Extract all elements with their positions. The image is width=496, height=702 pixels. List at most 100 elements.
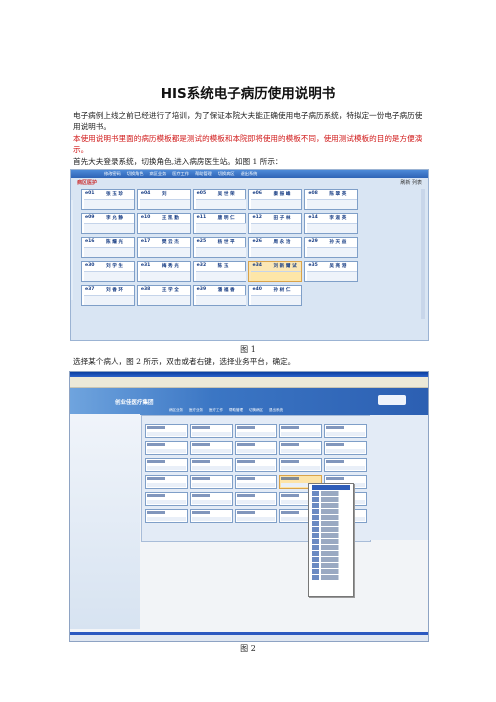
- context-menu-item[interactable]: [312, 551, 350, 556]
- context-menu-item[interactable]: [312, 527, 350, 532]
- bed-label: [281, 494, 300, 497]
- bed-card[interactable]: e01 张 玉 珍: [81, 189, 135, 210]
- bed-label: [236, 477, 255, 480]
- bed-card[interactable]: e34 刘 新 爾 试: [248, 261, 303, 282]
- banner-tab[interactable]: 切换病区: [246, 408, 266, 413]
- refresh-list-link[interactable]: 刷新 列表: [400, 179, 422, 186]
- context-menu-item[interactable]: [312, 503, 350, 508]
- context-menu-item[interactable]: [312, 521, 350, 526]
- menu-item[interactable]: 修改密码: [101, 171, 124, 177]
- left-edge: [71, 200, 73, 300]
- banner-tab[interactable]: 病区业务: [166, 408, 186, 413]
- bed-card[interactable]: [189, 475, 233, 489]
- bed-card[interactable]: e11 唐 明 仁: [192, 213, 247, 234]
- bed-number: e39: [196, 287, 207, 292]
- bed-card[interactable]: e08 陈 翠 英: [304, 189, 359, 210]
- bed-number: e35: [308, 263, 318, 268]
- bed-card[interactable]: [279, 458, 323, 472]
- banner-tab[interactable]: 退出系统: [266, 408, 286, 413]
- bed-card[interactable]: e32 陈 玉: [192, 261, 247, 282]
- bed-card[interactable]: [234, 441, 278, 455]
- bed-card[interactable]: [234, 492, 278, 506]
- bed-card[interactable]: [189, 509, 233, 523]
- ward-header-label: 病区医护: [77, 180, 98, 186]
- menu-item[interactable]: 医疗工作: [169, 171, 192, 177]
- banner-tab[interactable]: 医疗业务: [186, 408, 206, 413]
- bed-card[interactable]: [279, 441, 323, 455]
- patient-name: 李 允 静: [106, 216, 123, 221]
- bed-card[interactable]: e26 周 永 洽: [248, 237, 303, 258]
- bed-label: [147, 426, 165, 429]
- bed-card[interactable]: [145, 441, 188, 455]
- bed-card[interactable]: [145, 424, 188, 438]
- bed-card[interactable]: [279, 424, 323, 438]
- patient-name: 孙 树 仁: [273, 288, 291, 293]
- bed-card[interactable]: [145, 492, 188, 506]
- bed-card[interactable]: [324, 458, 367, 472]
- bed-card[interactable]: [234, 458, 278, 472]
- context-menu-item[interactable]: [312, 557, 350, 562]
- context-menu-item[interactable]: [312, 497, 350, 502]
- right-click-context-menu[interactable]: [308, 483, 354, 597]
- bed-card[interactable]: [234, 509, 278, 523]
- bed-card[interactable]: e38 王 学 全: [136, 285, 191, 306]
- context-menu-item[interactable]: [312, 509, 350, 514]
- bed-card[interactable]: e37 刘 香 环: [81, 285, 135, 306]
- bed-label: [191, 494, 210, 497]
- bed-card[interactable]: e04 刘: [136, 189, 191, 210]
- bed-card[interactable]: e14 李 淑 英: [304, 213, 359, 234]
- bed-card[interactable]: e39 潘 福 香: [192, 285, 247, 306]
- context-menu-item[interactable]: [312, 563, 350, 568]
- bed-card[interactable]: e16 陈 耀 光: [81, 237, 135, 258]
- bed-card[interactable]: e35 吴 亮 港: [304, 261, 359, 282]
- scrollbar[interactable]: [421, 189, 425, 319]
- menu-item[interactable]: 切换病区: [215, 171, 238, 177]
- context-menu-item[interactable]: [312, 515, 350, 520]
- bed-card[interactable]: e40 孙 树 仁: [248, 285, 303, 306]
- menu-item[interactable]: 病区业务: [147, 171, 170, 177]
- bed-card[interactable]: [324, 424, 367, 438]
- context-menu-item[interactable]: [312, 569, 350, 574]
- bed-card[interactable]: e17 樊 云 杰: [136, 237, 191, 258]
- bed-card[interactable]: e05 吴 世 荣: [192, 189, 247, 210]
- bed-card[interactable]: [189, 441, 233, 455]
- context-menu-item[interactable]: [312, 485, 350, 490]
- menu-item[interactable]: 帮助管理: [192, 171, 215, 177]
- bed-card[interactable]: e10 王 凯 勤: [136, 213, 191, 234]
- bed-card[interactable]: [234, 424, 278, 438]
- bed-card[interactable]: [189, 424, 233, 438]
- context-menu-item[interactable]: [312, 491, 350, 496]
- patient-name: 周 永 洽: [273, 240, 291, 245]
- bed-card[interactable]: [234, 475, 278, 489]
- bed-card[interactable]: e25 杨 世 平: [192, 237, 247, 258]
- patient-name: 潘 福 香: [217, 288, 235, 293]
- bed-card[interactable]: [189, 492, 233, 506]
- banner-tab[interactable]: 帮助管理: [226, 408, 246, 413]
- context-menu-item[interactable]: [312, 545, 350, 550]
- step2-paragraph: 选择某个病人，图 2 所示，双击或者右键，选择业务平台，确定。: [73, 357, 296, 366]
- context-menu-item[interactable]: [312, 539, 350, 544]
- bed-number: e34: [252, 263, 262, 268]
- bed-card[interactable]: e29 孙 天 益: [304, 237, 359, 258]
- bed-number: e30: [85, 263, 95, 268]
- bed-card[interactable]: [145, 475, 188, 489]
- bed-label: [281, 426, 300, 429]
- patient-info-line: [147, 466, 186, 470]
- bed-card[interactable]: [324, 441, 367, 455]
- bed-card[interactable]: e12 田 子 林: [248, 213, 303, 234]
- bed-card[interactable]: e30 刘 学 生: [81, 261, 135, 282]
- menu-item[interactable]: 切换角色: [124, 171, 147, 177]
- bed-card[interactable]: e09 李 允 静: [81, 213, 135, 234]
- bed-card[interactable]: [189, 458, 233, 472]
- context-menu-item[interactable]: [312, 533, 350, 538]
- menu-item[interactable]: 退出系统: [238, 171, 261, 177]
- bed-card[interactable]: [145, 509, 188, 523]
- bed-card[interactable]: e31 梅 秀 光: [136, 261, 191, 282]
- context-menu-item[interactable]: [312, 575, 350, 580]
- banner-tab[interactable]: 医疗工作: [206, 408, 226, 413]
- figure-1-caption: 图 1: [240, 345, 256, 354]
- bed-card[interactable]: e06 秦 振 峰: [248, 189, 303, 210]
- patient-info-line: [307, 271, 358, 281]
- bed-label: [147, 460, 165, 463]
- bed-card[interactable]: [145, 458, 188, 472]
